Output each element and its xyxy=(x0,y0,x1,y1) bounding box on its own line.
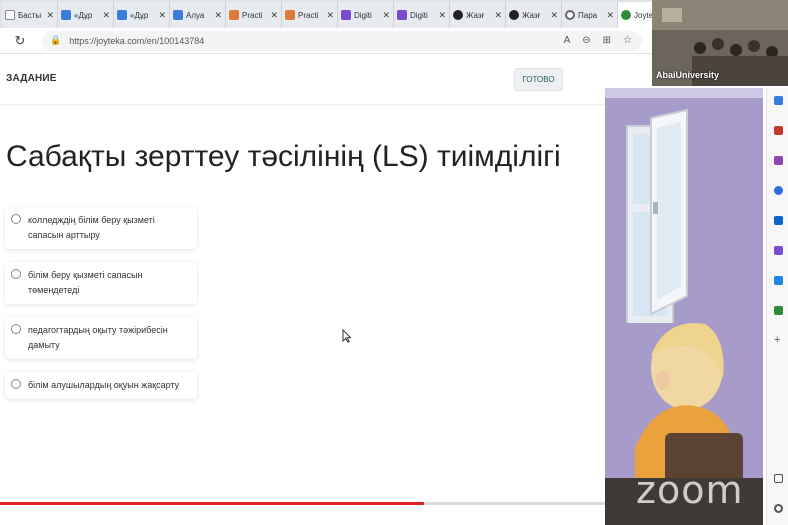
document-icon xyxy=(5,10,15,20)
browser-tab[interactable]: Жазғ ✕ xyxy=(450,2,506,28)
app-icon xyxy=(61,10,71,20)
face-icon xyxy=(453,10,463,20)
answer-option[interactable]: педагогтардың оқыту тәжірибесін дамыту xyxy=(5,317,197,359)
option-label: білім беру қызметі сапасын төмендетеді xyxy=(28,270,143,295)
tree-icon[interactable] xyxy=(774,306,783,315)
grid-icon xyxy=(341,10,351,20)
answer-option[interactable]: білім беру қызметі сапасын төмендетеді xyxy=(5,262,197,304)
ceiling-band xyxy=(605,88,763,98)
lock-icon: 🔒 xyxy=(50,35,62,45)
favorite-star-icon[interactable]: ☆ xyxy=(623,35,632,46)
address-bar[interactable]: 🔒 https://joyteka.com/en/100143784 A ⊖ ⊞… xyxy=(42,30,642,51)
participant-name: AbaiUniversity xyxy=(656,70,720,80)
outlook-icon[interactable] xyxy=(774,216,783,225)
mouse-cursor-icon xyxy=(342,329,351,343)
tab-label: «Дұр xyxy=(130,10,149,20)
split-view-icon[interactable] xyxy=(774,474,783,483)
option-label: колледждің білім беру қызметі сапасын ар… xyxy=(28,215,155,240)
face-icon xyxy=(509,10,519,20)
tab-label: Жазғ xyxy=(466,10,485,20)
copilot-icon[interactable] xyxy=(774,186,783,195)
people-icon[interactable] xyxy=(774,156,783,165)
gear-icon xyxy=(565,10,575,20)
ready-button[interactable]: ГОТОВО xyxy=(514,68,563,91)
url-text: https://joyteka.com/en/100143784 xyxy=(69,35,205,46)
tab-label: «Дұр xyxy=(74,10,93,20)
puzzle-icon xyxy=(285,10,295,20)
edit-icon[interactable] xyxy=(774,246,783,255)
browser-tab[interactable]: Practi ✕ xyxy=(226,2,282,28)
video-thumbnail[interactable]: AbaiUniversity xyxy=(652,0,788,86)
task-heading: ЗАДАНИЕ xyxy=(6,73,57,84)
video-progress-fill xyxy=(0,502,424,505)
zoom-icon[interactable]: ⊖ xyxy=(582,35,590,46)
answer-option[interactable]: колледждің білім беру қызметі сапасын ар… xyxy=(5,207,197,249)
tab-label: Digiti xyxy=(354,10,372,20)
browser-tab[interactable]: Digiti ✕ xyxy=(338,2,394,28)
illustration xyxy=(605,88,763,525)
tab-label: Пара xyxy=(578,10,598,20)
close-icon[interactable]: ✕ xyxy=(438,10,446,21)
browser-tab[interactable]: Жазғ ✕ xyxy=(506,2,562,28)
address-actions: A ⊖ ⊞ ☆ xyxy=(564,35,642,46)
browser-tab[interactable]: Digiti ✕ xyxy=(394,2,450,28)
tab-label: Digiti xyxy=(410,10,428,20)
tab-label: Басты xyxy=(18,10,42,20)
close-icon[interactable]: ✕ xyxy=(46,10,54,21)
video-progress-bar[interactable] xyxy=(0,502,605,505)
grid-icon xyxy=(397,10,407,20)
tab-label: Practi xyxy=(298,10,319,20)
option-label: білім алушылардың оқуын жақсарту xyxy=(28,380,180,390)
browser-sidebar: + xyxy=(766,88,788,525)
close-icon[interactable]: ✕ xyxy=(382,10,390,21)
radio-button[interactable] xyxy=(11,269,21,279)
browser-tab[interactable]: Practi ✕ xyxy=(282,2,338,28)
tab-label: Practi xyxy=(242,10,263,20)
extensions-icon[interactable]: ⊞ xyxy=(603,35,611,46)
close-icon[interactable]: ✕ xyxy=(102,10,110,21)
reload-icon[interactable]: ↻ xyxy=(10,33,30,49)
close-icon[interactable]: ✕ xyxy=(606,10,614,21)
radio-button[interactable] xyxy=(11,379,21,389)
puzzle-icon xyxy=(229,10,239,20)
close-icon[interactable]: ✕ xyxy=(158,10,166,21)
app-icon xyxy=(117,10,127,20)
briefcase-icon[interactable] xyxy=(774,126,783,135)
add-icon[interactable]: + xyxy=(774,335,783,346)
answer-option[interactable]: білім алушылардың оқуын жақсарту xyxy=(5,372,197,399)
send-icon[interactable] xyxy=(774,276,783,285)
divider xyxy=(0,104,605,105)
browser-tab[interactable]: «Дұр ✕ xyxy=(58,2,114,28)
browser-tab[interactable]: Алуа ✕ xyxy=(170,2,226,28)
app-icon xyxy=(173,10,183,20)
screen: Басты ✕ «Дұр ✕ «Дұр ✕ Алуа ✕ Practi ✕ Practi ✕… xyxy=(0,0,788,525)
question-title: Сабақты зерттеу тәсілінің (LS) тиімділіг… xyxy=(6,140,561,173)
read-aloud-icon[interactable]: A xyxy=(564,35,571,46)
close-icon[interactable]: ✕ xyxy=(494,10,502,21)
tab-label: Алуа xyxy=(186,10,205,20)
browser-tab[interactable]: Басты ✕ xyxy=(2,2,58,28)
joyteka-icon xyxy=(621,10,631,20)
settings-icon[interactable] xyxy=(774,504,783,513)
child-at-window-illustration xyxy=(605,108,763,525)
close-icon[interactable]: ✕ xyxy=(550,10,558,21)
radio-button[interactable] xyxy=(11,214,21,224)
browser-tab[interactable]: «Дұр ✕ xyxy=(114,2,170,28)
tab-label: Жазғ xyxy=(522,10,541,20)
option-label: педагогтардың оқыту тәжірибесін дамыту xyxy=(28,325,168,350)
close-icon[interactable]: ✕ xyxy=(214,10,222,21)
tag-icon[interactable] xyxy=(774,96,783,105)
browser-tab[interactable]: Пара ✕ xyxy=(562,2,618,28)
radio-button[interactable] xyxy=(11,324,21,334)
close-icon[interactable]: ✕ xyxy=(326,10,334,21)
zoom-watermark: zoom xyxy=(636,468,744,512)
close-icon[interactable]: ✕ xyxy=(270,10,278,21)
tab-label: Joyte xyxy=(634,10,654,20)
